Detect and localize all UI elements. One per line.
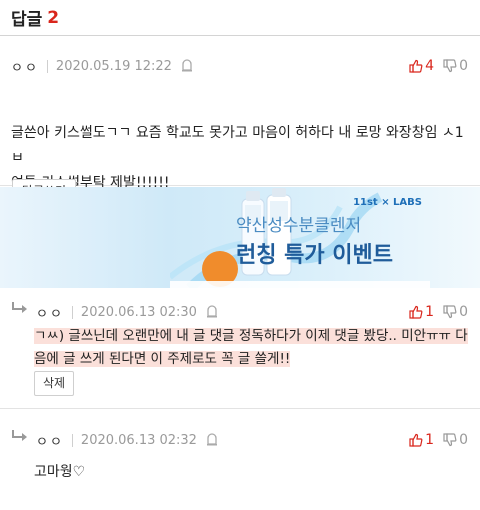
divider: [71, 433, 73, 447]
upvote-count: 4: [425, 58, 435, 74]
thumbs-down-icon: [443, 433, 457, 447]
replies-count: 2: [47, 7, 60, 28]
report-icon[interactable]: [206, 431, 218, 450]
banner-brand: 11st × LABS: [353, 197, 422, 208]
divider: [46, 59, 48, 73]
report-icon[interactable]: [206, 303, 218, 322]
downvote-count: 0: [459, 58, 468, 74]
thumbs-up-icon: [409, 305, 423, 319]
comment-body: 고마웡♡: [34, 460, 468, 485]
thumbs-up-icon: [409, 59, 423, 73]
downvote-button[interactable]: 0: [443, 432, 468, 448]
comment-body: ㄱㅆ) 글쓰닌데 오랜만에 내 글 댓글 정독하다가 이제 댓글 봤당.. 미안…: [34, 325, 468, 371]
upvote-button[interactable]: 4: [409, 58, 434, 74]
ad-banner[interactable]: 11st × LABS 약산성수분클렌저 런칭 특가 이벤트: [0, 187, 480, 288]
comment-author: ㅇㅇ: [36, 434, 64, 450]
upvote-button[interactable]: 1: [409, 432, 434, 448]
comment-text: ㄱㅆ) 글쓰닌데 오랜만에 내 글 댓글 정독하다가 이제 댓글 봤당.. 미안…: [34, 328, 468, 344]
comment-author: ㅇㅇ: [11, 60, 39, 76]
comment-date: 2020.06.13 02:32: [80, 432, 197, 448]
banner-headline: 약산성수분클렌저: [236, 216, 362, 236]
upvote-count: 1: [425, 304, 435, 320]
divider: [71, 305, 73, 319]
comment-text: 글쓴아 키스썰도ㄱㄱ 요즘 학교도 못가고 마음이 허하다 내 로망 와장창임 …: [11, 125, 464, 166]
comment-body: 글쓴아 키스썰도ㄱㄱ 요즘 학교도 못가고 마음이 허하다 내 로망 와장창임 …: [11, 121, 468, 196]
replies-title: 답글: [11, 10, 43, 30]
vote-group: 4 0: [400, 48, 468, 84]
report-icon[interactable]: [181, 57, 193, 76]
delete-button[interactable]: 삭제: [34, 371, 74, 396]
thumbs-down-icon: [443, 59, 457, 73]
comment-author: ㅇㅇ: [36, 306, 64, 322]
comment-text: 음에 글 쓰게 된다면 이 주제로도 꼭 글 쓸게!!: [34, 351, 291, 367]
vote-group: 1 0: [400, 422, 468, 458]
comment-date: 2020.06.13 02:30: [80, 304, 197, 320]
comment: ㅇㅇ 2020.06.13 02:30 1 0 ㄱㅆ) 글쓰닌데 오랜만에 내 …: [0, 288, 480, 409]
banner-subheadline: 런칭 특가 이벤트: [236, 243, 393, 268]
thumbs-down-icon: [443, 305, 457, 319]
thumbs-up-icon: [409, 433, 423, 447]
upvote-button[interactable]: 1: [409, 304, 434, 320]
comment-text: 고마웡♡: [34, 464, 86, 480]
downvote-count: 0: [459, 304, 468, 320]
upvote-count: 1: [425, 432, 435, 448]
comment: ㅇㅇ 2020.05.19 12:22 4 0 글쓴아 키스썰도ㄱㄱ 요즘 학교…: [0, 36, 480, 204]
comment-date: 2020.05.19 12:22: [55, 58, 172, 74]
downvote-count: 0: [459, 432, 468, 448]
downvote-button[interactable]: 0: [443, 58, 468, 74]
replies-header: 답글 2: [0, 0, 480, 36]
comment: ㅇㅇ 2020.06.13 02:32 1 0 고마웡♡: [0, 410, 480, 510]
downvote-button[interactable]: 0: [443, 304, 468, 320]
